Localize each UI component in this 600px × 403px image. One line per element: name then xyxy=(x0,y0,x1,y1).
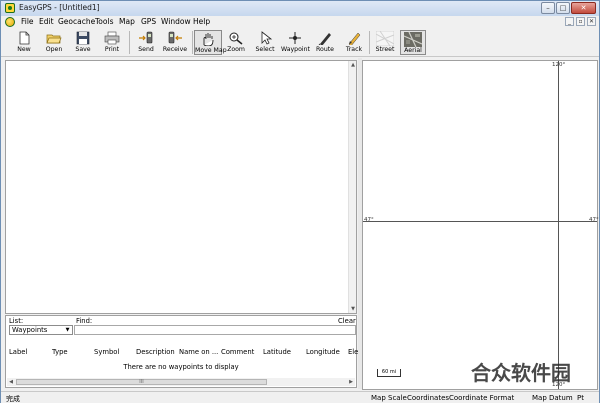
document-icon[interactable] xyxy=(5,17,15,27)
right-latitude-label: 47° xyxy=(589,217,599,223)
select-button[interactable]: Select xyxy=(252,30,278,55)
menu-edit[interactable]: Edit xyxy=(39,17,54,26)
send-button[interactable]: Send xyxy=(132,30,160,55)
mdi-minimize-button[interactable]: _ xyxy=(565,17,574,26)
column-header[interactable]: Name on ... xyxy=(179,348,218,356)
scroll-up-arrow-icon[interactable]: ▲ xyxy=(349,61,357,69)
maximize-button[interactable]: □ xyxy=(556,2,570,14)
menu-gps[interactable]: GPS xyxy=(141,17,156,26)
column-header[interactable]: Latitude xyxy=(263,348,291,356)
menu-file[interactable]: File xyxy=(21,17,34,26)
printer-icon xyxy=(104,31,120,45)
route-pen-icon xyxy=(318,33,331,45)
toolbar-separator xyxy=(129,31,130,54)
scroll-left-arrow-icon[interactable]: ◀ xyxy=(7,378,15,386)
close-button[interactable]: ✕ xyxy=(571,2,596,14)
chevron-down-icon[interactable]: ▼ xyxy=(63,326,72,334)
clear-link[interactable]: Clear xyxy=(338,317,356,325)
vertical-scrollbar[interactable]: ▲ ▼ xyxy=(348,61,356,313)
latitude-gridline xyxy=(363,221,597,222)
floppy-disk-icon xyxy=(76,31,90,45)
menu-bar: File Edit Geocache Tools Map GPS Window … xyxy=(1,16,599,28)
aerial-map-icon xyxy=(404,32,422,47)
horizontal-scrollbar[interactable]: ◀ III ▶ xyxy=(7,378,355,386)
waypoint-crosshair-icon xyxy=(289,32,301,44)
top-longitude-label: 120° xyxy=(552,62,566,68)
column-header[interactable]: Comment xyxy=(221,348,254,356)
hand-icon xyxy=(203,33,214,46)
mdi-close-button[interactable]: ✕ xyxy=(587,17,596,26)
title-bar: EasyGPS - [Untitled1] – □ ✕ xyxy=(1,1,599,16)
menu-window[interactable]: Window xyxy=(161,17,191,26)
main-content-panel: ▲ ▼ xyxy=(5,60,357,314)
watermark-text: 合众软件园 xyxy=(471,361,571,385)
column-header[interactable]: Ele xyxy=(348,348,358,356)
window-title: EasyGPS - [Untitled1] xyxy=(19,3,100,12)
list-label: List: xyxy=(9,317,24,325)
map-scale-bar: 60 mi xyxy=(377,369,401,377)
status-map-scale: Map Scale xyxy=(371,394,407,402)
status-bar: 完成 Map Scale Coordinates Coordinate Form… xyxy=(1,391,599,403)
menu-geocache[interactable]: Geocache xyxy=(58,17,95,26)
easygps-app-icon[interactable] xyxy=(5,3,15,13)
app-window: EasyGPS - [Untitled1] – □ ✕ File Edit Ge… xyxy=(0,0,600,403)
column-header[interactable]: Label xyxy=(9,348,27,356)
column-header[interactable]: Symbol xyxy=(94,348,119,356)
minimize-button[interactable]: – xyxy=(541,2,555,14)
new-document-icon xyxy=(19,31,30,45)
empty-list-message: There are no waypoints to display xyxy=(123,363,239,371)
arrow-pointer-icon xyxy=(261,31,273,45)
status-coordinates: Coordinates xyxy=(407,394,450,402)
track-button[interactable]: Track xyxy=(341,30,367,55)
open-button[interactable]: Open xyxy=(39,30,69,55)
print-button[interactable]: Print xyxy=(97,30,127,55)
find-input[interactable] xyxy=(74,325,356,335)
track-pencil-icon xyxy=(348,32,361,45)
scroll-right-arrow-icon[interactable]: ▶ xyxy=(347,378,355,386)
street-map-icon xyxy=(376,31,394,46)
save-button[interactable]: Save xyxy=(69,30,97,55)
waypoint-list-panel: List: Find: Clear Waypoints ▼ Label Type… xyxy=(5,315,358,388)
street-map-button[interactable]: Street xyxy=(372,30,398,55)
zoom-button[interactable]: Zoom xyxy=(223,30,249,55)
list-type-select[interactable]: Waypoints ▼ xyxy=(9,325,73,335)
magnifier-icon xyxy=(229,32,243,45)
receive-button[interactable]: Receive xyxy=(160,30,190,55)
mdi-restore-button[interactable]: ▫ xyxy=(576,17,585,26)
menu-tools[interactable]: Tools xyxy=(95,17,113,26)
aerial-map-button[interactable]: Aerial xyxy=(400,30,426,55)
menu-map[interactable]: Map xyxy=(119,17,135,26)
column-header[interactable]: Longitude xyxy=(306,348,340,356)
scroll-down-arrow-icon[interactable]: ▼ xyxy=(349,305,357,313)
toolbar-separator xyxy=(369,31,370,54)
open-folder-icon xyxy=(46,34,62,44)
new-button[interactable]: New xyxy=(9,30,39,55)
column-header[interactable]: Description xyxy=(136,348,175,356)
toolbar: New Open Save Print Send Receive Move Ma… xyxy=(1,28,599,57)
status-coordinate-format: Coordinate Format xyxy=(449,394,515,402)
toolbar-separator xyxy=(192,31,193,54)
send-to-gps-icon xyxy=(139,31,153,44)
receive-from-gps-icon xyxy=(168,31,182,44)
scrollbar-thumb[interactable]: III xyxy=(16,379,267,385)
waypoint-button[interactable]: Waypoint xyxy=(281,30,310,55)
longitude-gridline xyxy=(558,61,559,389)
status-pt: Pt xyxy=(577,394,584,402)
route-button[interactable]: Route xyxy=(312,30,338,55)
find-label: Find: xyxy=(76,317,93,325)
menu-help[interactable]: Help xyxy=(193,17,210,26)
column-header[interactable]: Type xyxy=(52,348,68,356)
status-map-datum: Map Datum xyxy=(532,394,573,402)
left-latitude-label: 47° xyxy=(364,217,374,223)
move-map-button[interactable]: Move Map xyxy=(194,30,227,55)
status-text: 完成 xyxy=(6,395,20,403)
map-view[interactable]: 120° 120° 47° 47° 60 mi xyxy=(362,60,599,390)
